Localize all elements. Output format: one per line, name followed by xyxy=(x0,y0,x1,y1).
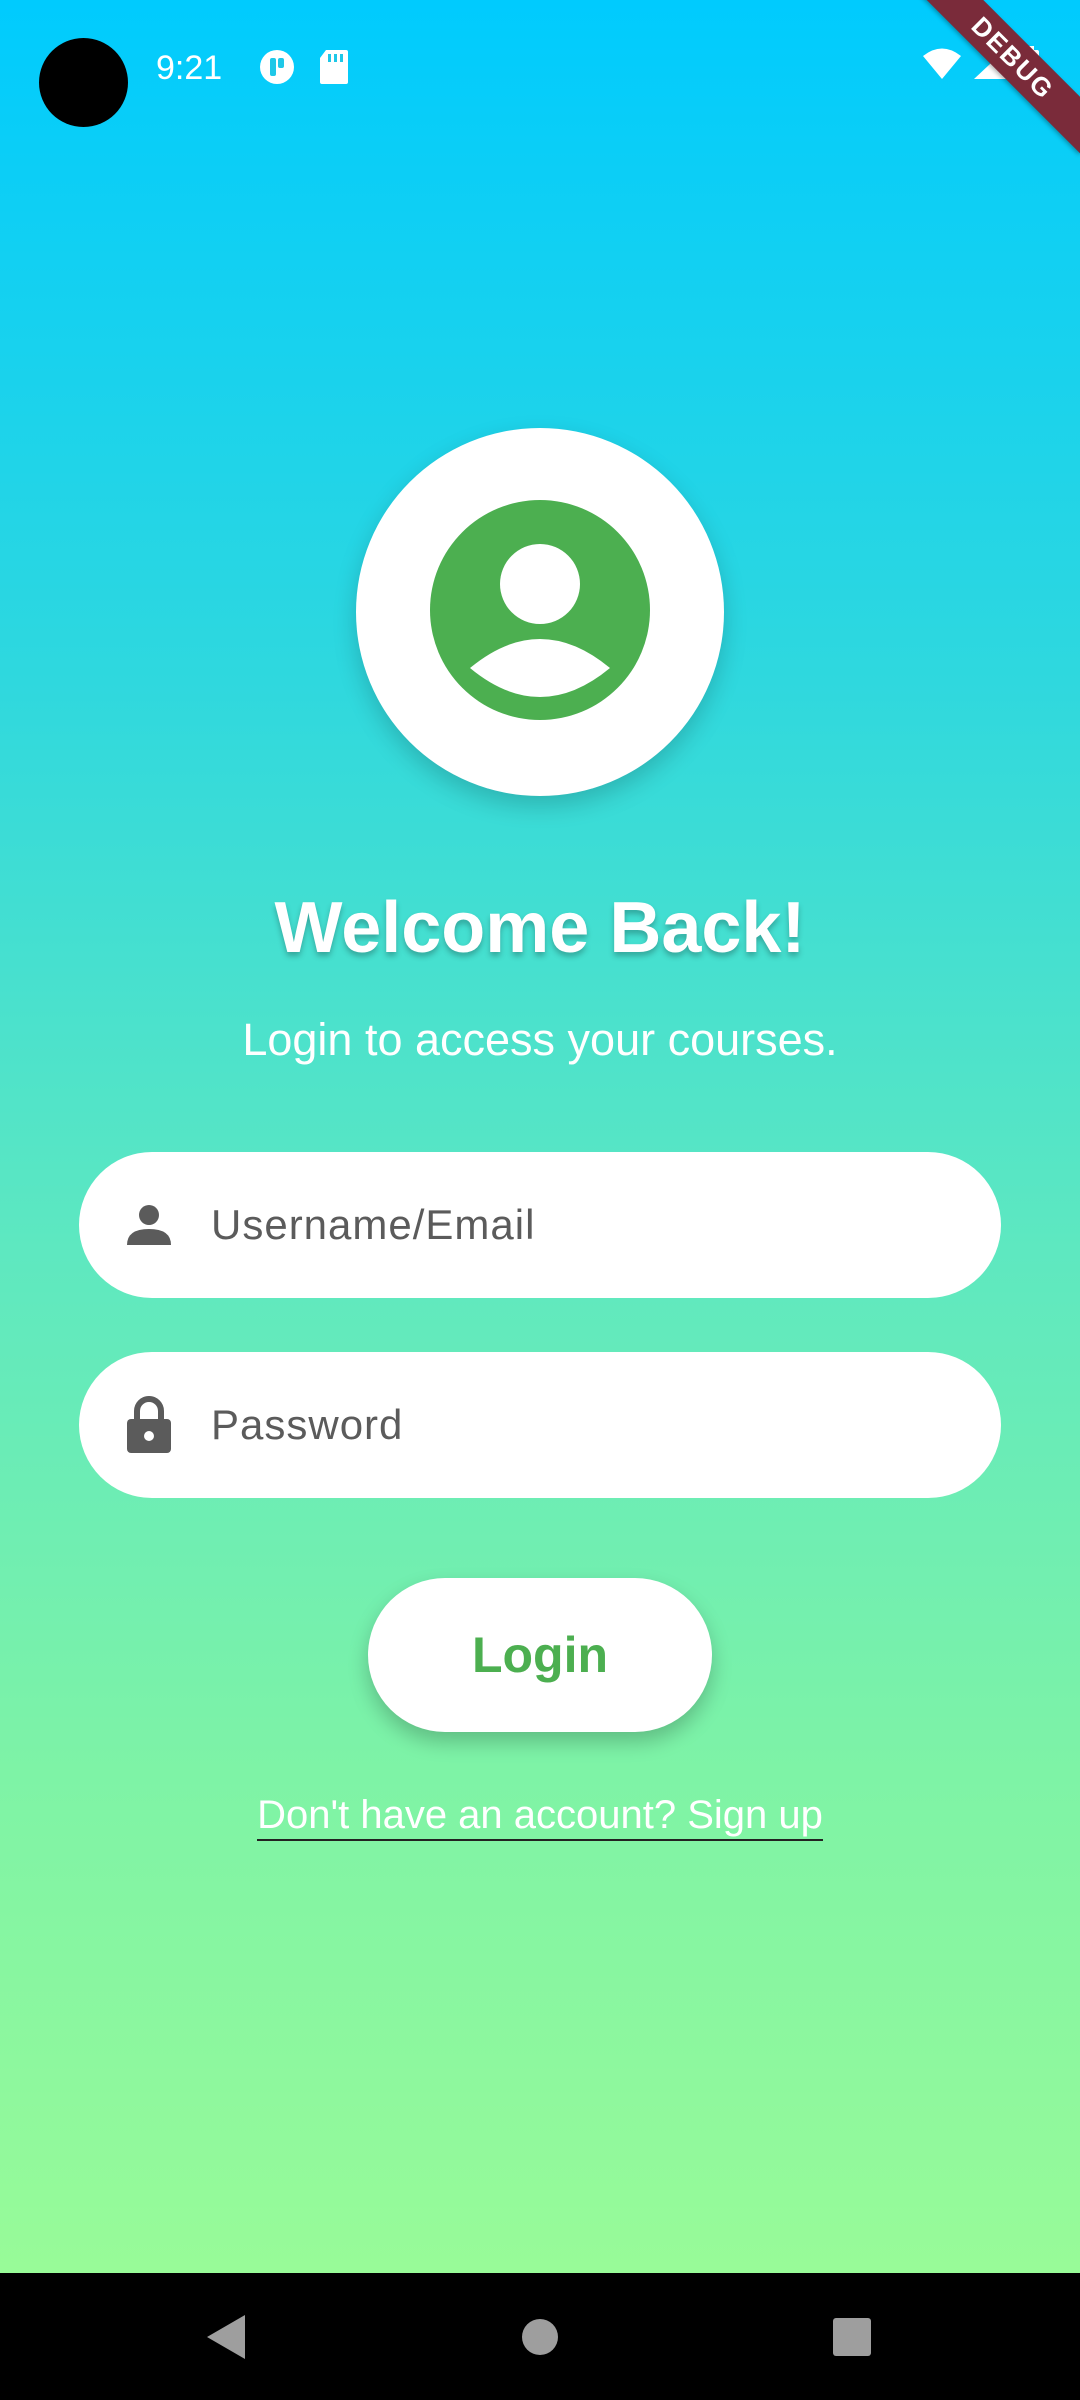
login-screen: 9:21 DEBUG Welcome Back! Login to access… xyxy=(0,0,1080,2273)
lock-icon xyxy=(117,1393,181,1457)
system-nav-bar xyxy=(0,2273,1080,2400)
username-field[interactable] xyxy=(79,1152,1001,1298)
signup-link[interactable]: Don't have an account? Sign up xyxy=(257,1793,823,1841)
page-subtitle: Login to access your courses. xyxy=(242,1014,838,1065)
sd-card-icon xyxy=(318,48,350,91)
back-icon[interactable] xyxy=(186,2299,266,2375)
camera-cutout xyxy=(39,38,128,127)
password-field[interactable] xyxy=(79,1352,1001,1498)
person-icon xyxy=(117,1193,181,1257)
login-button[interactable]: Login xyxy=(368,1578,712,1732)
password-input[interactable] xyxy=(209,1384,973,1466)
home-icon[interactable] xyxy=(500,2299,580,2375)
wifi-icon xyxy=(922,47,962,86)
username-input[interactable] xyxy=(209,1184,973,1266)
page-title: Welcome Back! xyxy=(274,888,806,968)
signup-link-container: Don't have an account? Sign up xyxy=(0,1785,1080,1845)
flutter-app-icon xyxy=(258,48,296,91)
status-time: 9:21 xyxy=(156,49,223,87)
avatar xyxy=(356,428,724,796)
account-circle-icon xyxy=(430,499,650,725)
recents-icon[interactable] xyxy=(812,2299,892,2375)
